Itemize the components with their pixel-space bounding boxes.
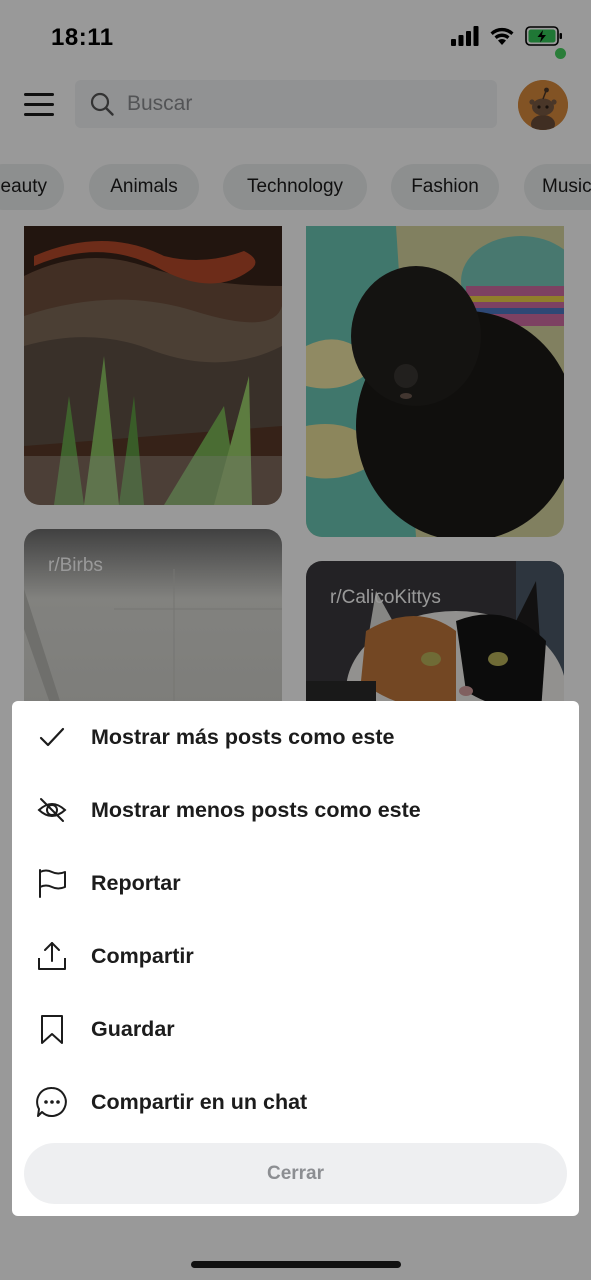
close-button[interactable]: Cerrar bbox=[24, 1143, 567, 1204]
option-label: Compartir bbox=[91, 943, 194, 968]
option-label: Guardar bbox=[91, 1016, 175, 1041]
share-in-chat-option[interactable]: Compartir en un chat bbox=[12, 1072, 579, 1132]
show-more-option[interactable]: Mostrar más posts como este bbox=[12, 707, 579, 767]
share-option[interactable]: Compartir bbox=[12, 926, 579, 986]
checkmark-icon bbox=[36, 721, 68, 753]
screen: 18:11 Buscar eauty Animals Technology Fa… bbox=[0, 0, 591, 1280]
flag-icon bbox=[36, 867, 68, 899]
eye-off-icon bbox=[36, 794, 68, 826]
share-icon bbox=[36, 940, 68, 972]
option-label: Reportar bbox=[91, 870, 181, 895]
post-options-sheet: Mostrar más posts como este Mostrar meno… bbox=[12, 701, 579, 1216]
chat-bubble-icon bbox=[36, 1086, 68, 1118]
bookmark-icon bbox=[36, 1013, 68, 1045]
option-label: Mostrar menos posts como este bbox=[91, 797, 421, 822]
option-label: Compartir en un chat bbox=[91, 1089, 308, 1114]
save-option[interactable]: Guardar bbox=[12, 999, 579, 1059]
report-option[interactable]: Reportar bbox=[12, 853, 579, 913]
option-label: Mostrar más posts como este bbox=[91, 724, 395, 749]
home-indicator[interactable] bbox=[191, 1261, 401, 1268]
show-less-option[interactable]: Mostrar menos posts como este bbox=[12, 780, 579, 840]
